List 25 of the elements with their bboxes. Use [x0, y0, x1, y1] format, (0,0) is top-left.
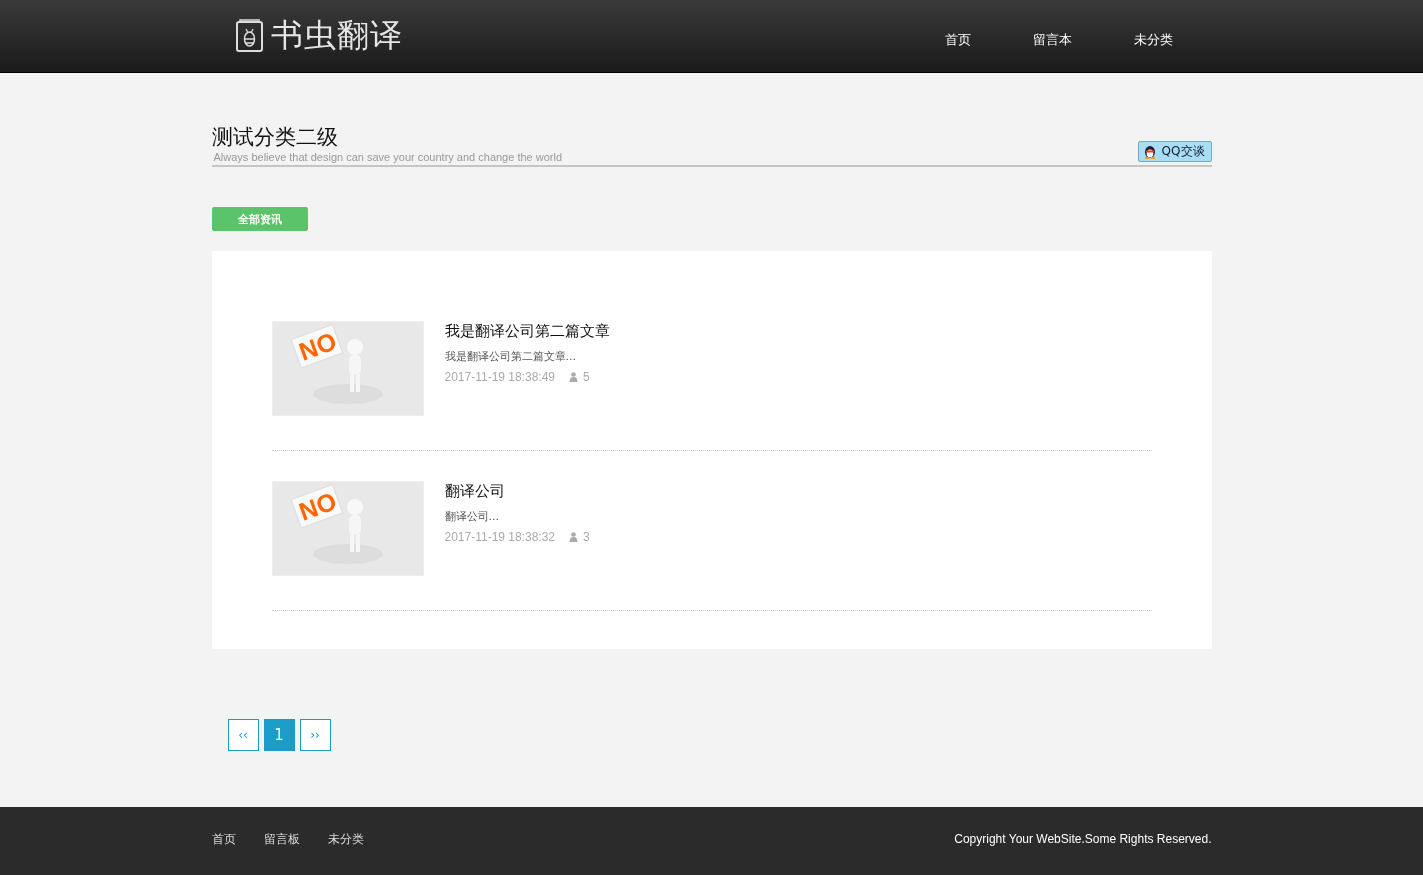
penguin-icon	[1142, 144, 1157, 159]
footer-link[interactable]: 未分类	[327, 830, 364, 848]
article-title-link[interactable]: 我是翻译公司第二篇文章	[444, 322, 610, 341]
site-logo-text[interactable]: 书虫翻译	[270, 14, 403, 58]
nav-link[interactable]: 首页	[913, 31, 1002, 49]
person-icon	[569, 372, 579, 382]
person-icon	[569, 532, 579, 542]
view-count: 3	[583, 530, 590, 544]
qq-chat-button[interactable]: QQ交谈	[1137, 141, 1212, 162]
copyright-text: Copyright Your WebSite.Some Rights Reserved.	[954, 832, 1212, 846]
sign-text: NO	[294, 326, 340, 367]
article-excerpt: 我是翻译公司第二篇文章...	[444, 349, 577, 364]
article-excerpt: 翻译公司...	[444, 509, 500, 524]
article-title-link[interactable]: 翻译公司	[444, 482, 590, 501]
footer-link[interactable]: 首页	[211, 830, 236, 848]
article-date: 2017-11-19 18:38:32	[444, 530, 556, 544]
view-count: 5	[583, 370, 590, 384]
book-icon	[234, 19, 265, 53]
nav-link[interactable]: 未分类	[1102, 31, 1204, 49]
article-date: 2017-11-19 18:38:49	[444, 370, 556, 384]
page-subtitle: Always believe that design can save your country and change the world	[213, 151, 563, 163]
page-title: 测试分类二级	[211, 124, 339, 151]
nav-link[interactable]: 留言本	[1001, 31, 1103, 49]
footer-link[interactable]: 留言板	[263, 830, 300, 848]
sign-text: NO	[294, 486, 340, 527]
